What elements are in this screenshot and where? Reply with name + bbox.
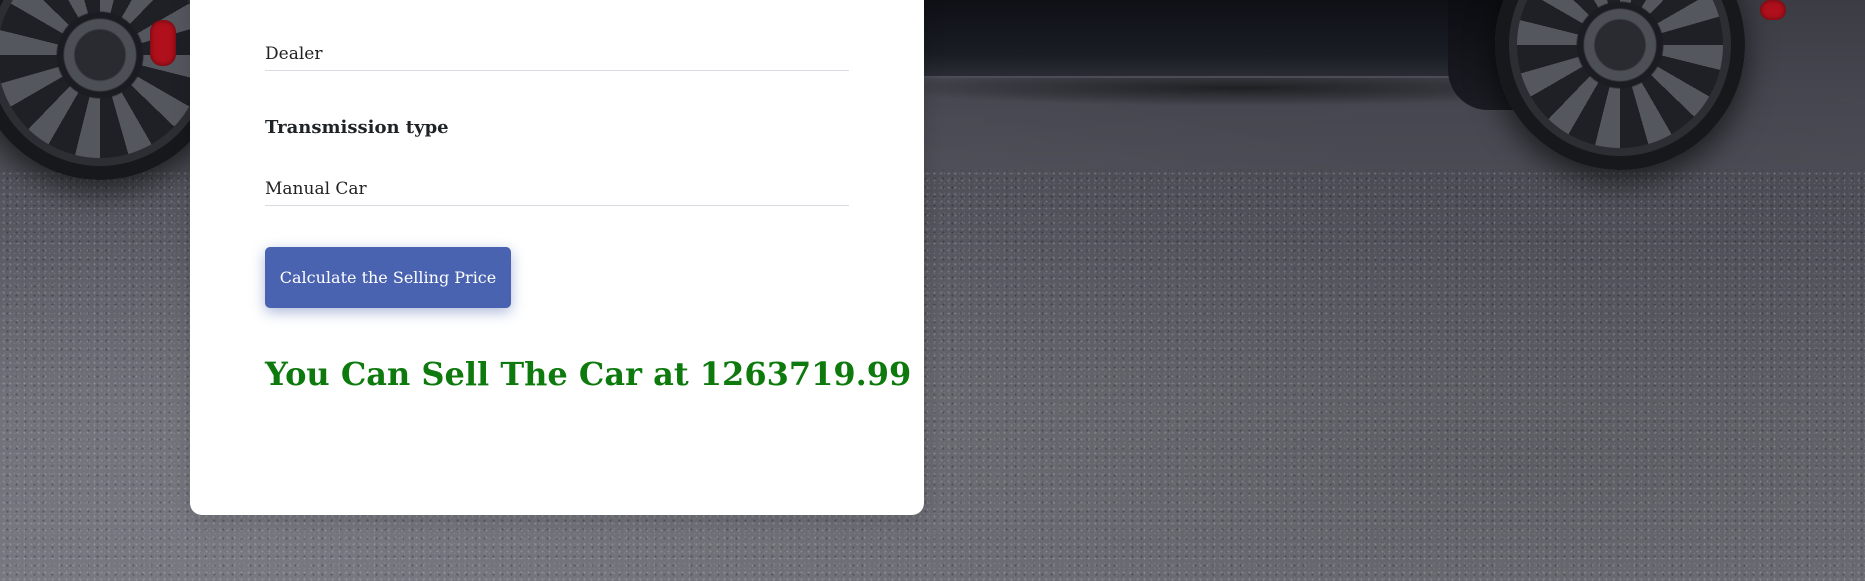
transmission-type-select[interactable]: Manual Car [265,179,849,206]
car-body [920,0,1540,78]
prediction-form-card: Dealer Transmission type Manual Car Calc… [190,0,924,515]
transmission-type-value: Manual Car [265,179,367,199]
brake-caliper-right [1760,0,1786,20]
transmission-type-label: Transmission type [265,117,449,138]
brake-caliper-left [150,20,176,66]
seller-type-select[interactable]: Dealer [265,44,849,71]
calculate-selling-price-button[interactable]: Calculate the Selling Price [265,247,511,308]
predicted-price-result: You Can Sell The Car at 1263719.99 [265,355,912,393]
car-wheel-right [1495,0,1745,170]
seller-type-value: Dealer [265,44,323,64]
